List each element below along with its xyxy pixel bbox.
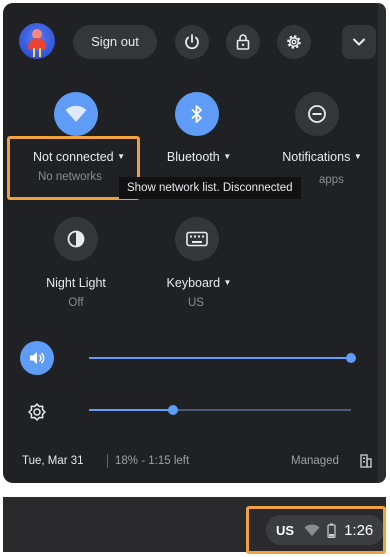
mute-toggle[interactable] [20,341,54,375]
notifications-tile-label[interactable]: Notifications ▼ [269,150,375,164]
keyboard-label-text: Keyboard [166,276,221,290]
brightness-slider[interactable] [89,403,357,417]
notifications-label-text: Notifications [282,150,351,164]
network-tooltip: Show network list. Disconnected [119,177,301,199]
volume-slider-track [89,357,351,359]
bluetooth-tile-label[interactable]: Bluetooth ▼ [149,150,249,164]
collapse-button[interactable] [342,25,376,59]
caret-down-icon: ▼ [353,152,362,161]
managed-label: Managed [291,455,339,467]
settings-button[interactable] [277,25,311,59]
brightness-icon [28,403,46,421]
bluetooth-label-text: Bluetooth [166,150,220,164]
managed-icon[interactable] [360,454,372,473]
notifications-toggle[interactable] [295,92,339,136]
date-label[interactable]: Tue, Mar 31 [22,455,84,467]
brightness-slider-fill [89,409,172,411]
bluetooth-toggle[interactable] [175,92,219,136]
power-icon [185,34,199,50]
keyboard-toggle[interactable] [175,217,219,261]
do-not-disturb-icon [308,105,326,123]
chevron-down-icon [353,38,365,46]
volume-slider-thumb[interactable] [346,353,356,363]
power-button[interactable] [175,25,209,59]
brightness-button[interactable] [24,399,50,425]
night-light-sub: Off [68,297,84,309]
lock-icon [236,34,250,50]
night-light-label: Night Light [46,276,106,290]
caret-down-icon: ▼ [223,152,232,161]
night-light-icon [67,230,85,248]
quick-settings-panel: Sign out Not connected ▼ No networks Blu… [3,3,386,483]
battery-status[interactable]: 18% - 1:15 left [115,455,189,467]
panel-edge [378,3,386,483]
highlight-box-tray [246,506,386,554]
wifi-toggle[interactable] [54,92,98,136]
lock-button[interactable] [226,25,260,59]
keyboard-sub: US [188,297,204,309]
wifi-icon [65,105,87,122]
keyboard-icon [186,231,208,247]
volume-icon [30,352,45,364]
keyboard-tile-label[interactable]: Keyboard ▼ [149,276,249,290]
sign-out-button[interactable]: Sign out [73,25,157,59]
gear-icon [287,35,301,49]
volume-slider[interactable] [89,351,357,365]
night-light-toggle[interactable] [54,217,98,261]
bluetooth-icon [191,105,202,123]
notifications-tile-sub: apps [319,174,344,186]
brightness-slider-thumb[interactable] [167,405,178,415]
footer-divider [107,454,108,468]
user-avatar[interactable] [19,23,55,59]
brightness-slider-rest [172,409,351,411]
caret-down-icon: ▼ [223,278,232,287]
